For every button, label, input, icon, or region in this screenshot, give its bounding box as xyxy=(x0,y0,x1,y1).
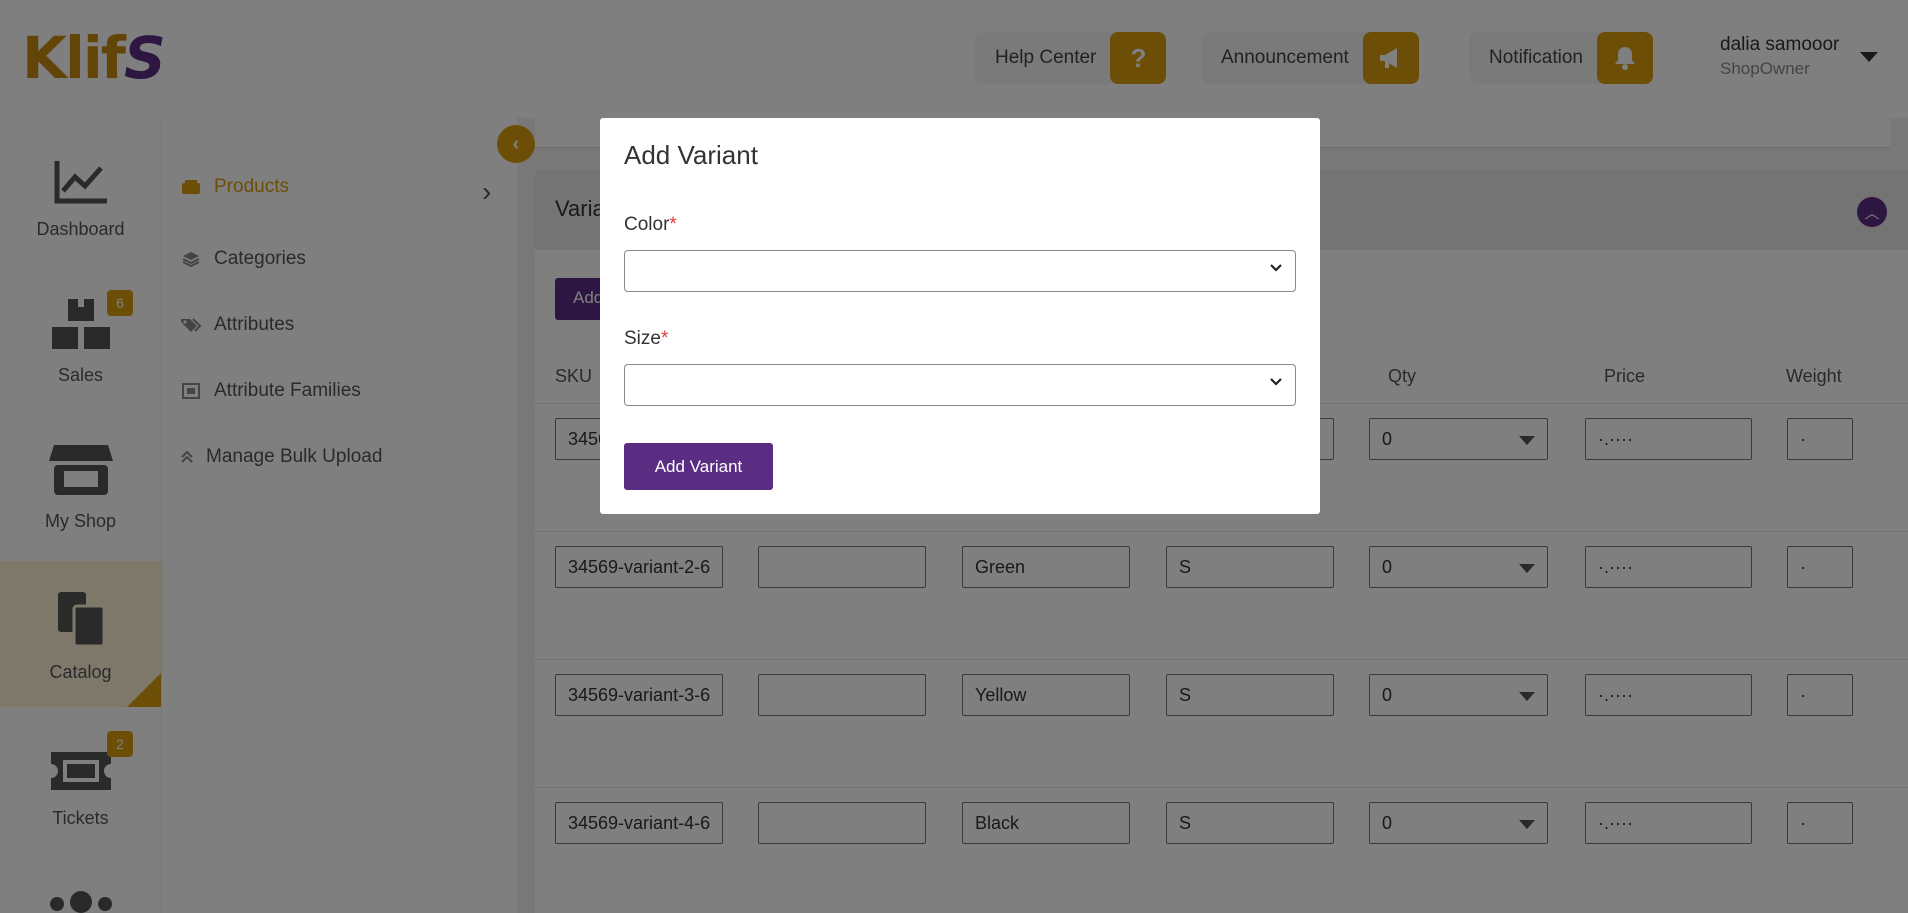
size-select[interactable] xyxy=(624,364,1296,406)
add-variant-dialog: Add Variant Color* Size* Add Variant xyxy=(600,118,1320,514)
chevron-down-icon xyxy=(1269,373,1283,394)
color-field-label: Color* xyxy=(624,214,677,236)
size-field-label: Size* xyxy=(624,328,668,350)
dialog-title: Add Variant xyxy=(624,140,758,170)
required-marker: * xyxy=(660,328,669,349)
color-label-text: Color xyxy=(624,214,670,235)
size-label-text: Size xyxy=(624,328,661,349)
submit-add-variant-button[interactable]: Add Variant xyxy=(624,443,773,490)
required-marker: * xyxy=(669,214,677,235)
color-select[interactable] xyxy=(624,250,1296,292)
chevron-down-icon xyxy=(1269,259,1283,280)
